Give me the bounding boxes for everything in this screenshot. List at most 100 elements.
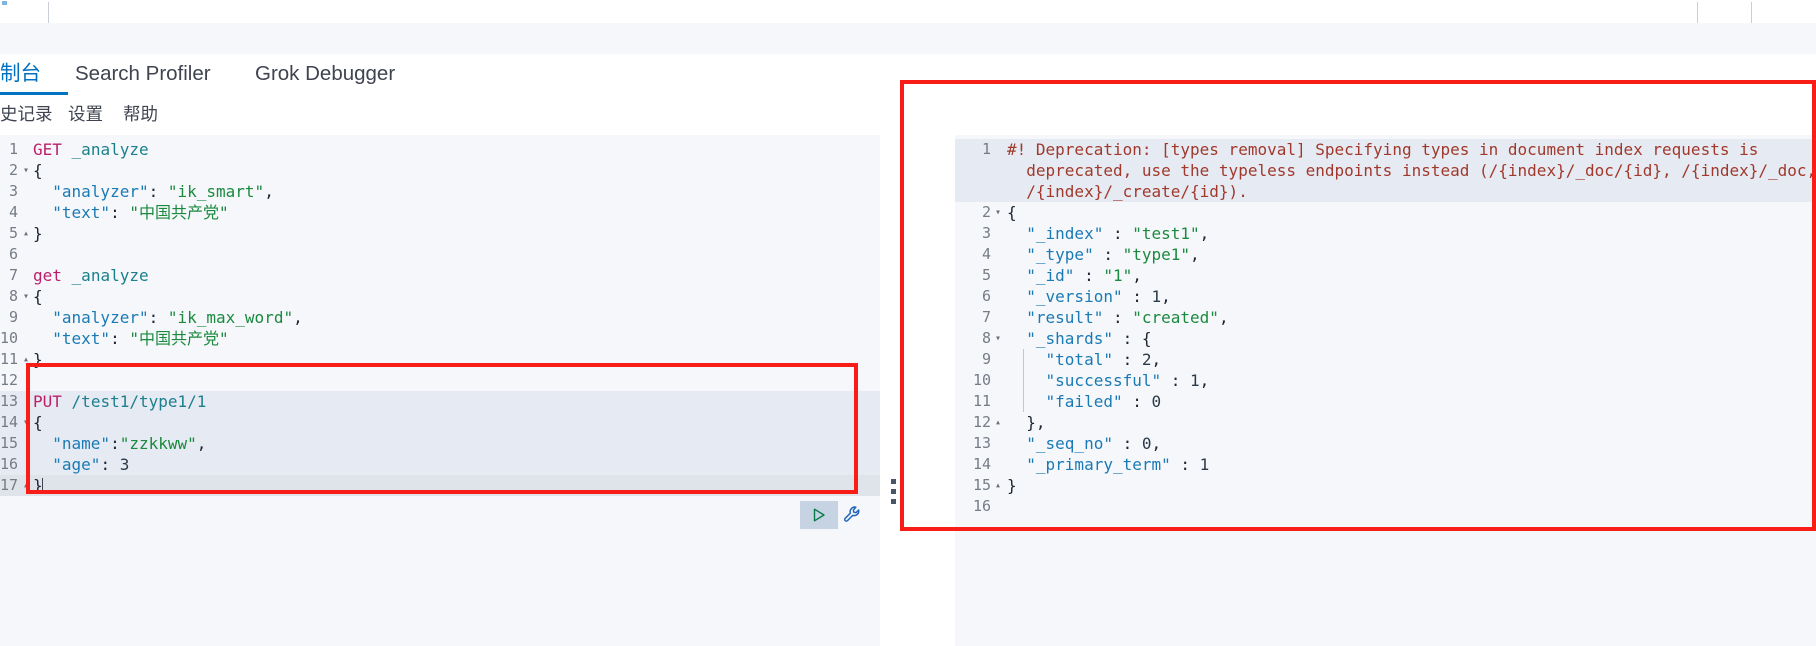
response-code-lines[interactable]: 1 #! Deprecation: [types removal] Specify…	[955, 135, 1816, 517]
code-line[interactable]: 11 "failed" : 0	[955, 391, 1816, 412]
code-token: "text"	[33, 203, 111, 222]
code-line[interactable]: 8 ▾{	[0, 286, 880, 307]
code-token: ,	[1151, 434, 1162, 453]
fold-toggle-icon[interactable]: ▾	[992, 328, 1004, 349]
line-number: 12	[0, 371, 18, 389]
subnav-history[interactable]: 史记录	[0, 95, 53, 135]
code-line[interactable]: 15 "name":"zzkkww",	[0, 433, 880, 454]
line-number: 15	[0, 434, 18, 452]
code-token: "_seq_no"	[1007, 434, 1113, 453]
code-line[interactable]: 10 "text": "中国共产党"	[0, 328, 880, 349]
code-token: ,	[1151, 350, 1162, 369]
code-token: {	[33, 413, 43, 432]
subnav-help[interactable]: 帮助	[123, 95, 158, 135]
console-request-editor[interactable]: 1 GET _analyze 2 ▾{3 "analyzer": "ik_smart"…	[0, 135, 880, 646]
code-line[interactable]: 6	[0, 244, 880, 265]
fold-toggle-icon[interactable]: ▾	[20, 412, 32, 433]
code-token: :	[1122, 392, 1152, 411]
code-line[interactable]: 1 GET _analyze	[0, 139, 880, 160]
code-token: 2	[1141, 350, 1152, 369]
code-line[interactable]: 8 ▾ "_shards" : {	[955, 328, 1816, 349]
code-token: 3	[119, 455, 130, 474]
fold-toggle-icon[interactable]: ▴	[20, 349, 32, 370]
code-token: "_type"	[1007, 245, 1094, 264]
code-text: {	[33, 412, 43, 433]
code-token: :	[110, 203, 130, 222]
fold-toggle-icon[interactable]: ▾	[20, 160, 32, 181]
code-text: "_type" : "type1",	[1007, 244, 1199, 265]
code-line[interactable]: 5 ▴}	[0, 223, 880, 244]
request-code-lines[interactable]: 1 GET _analyze 2 ▾{3 "analyzer": "ik_smart"…	[0, 135, 880, 496]
code-line[interactable]: 13 PUT /test1/type1/1	[0, 391, 880, 412]
code-line[interactable]: 16 "age": 3	[0, 454, 880, 475]
code-text: deprecated, use the typeless endpoints i…	[1007, 160, 1816, 181]
code-line[interactable]: 13 "_seq_no" : 0,	[955, 433, 1816, 454]
code-text: "_primary_term" : 1	[1007, 454, 1209, 475]
code-line[interactable]: 4 "_type" : "type1",	[955, 244, 1816, 265]
code-line[interactable]: 3 "analyzer": "ik_smart",	[0, 181, 880, 202]
code-line[interactable]: 9 "total" : 2,	[955, 349, 1816, 370]
tab-search-profiler[interactable]: Search Profiler	[75, 54, 240, 95]
code-line[interactable]: 14 "_primary_term" : 1	[955, 454, 1816, 475]
code-token: "_version"	[1007, 287, 1123, 306]
code-token: get	[33, 266, 62, 285]
code-text: "analyzer": "ik_max_word",	[33, 307, 302, 328]
code-line[interactable]: 12	[0, 370, 880, 391]
fold-toggle-icon[interactable]: ▴	[20, 475, 32, 496]
code-line[interactable]: 3 "_index" : "test1",	[955, 223, 1816, 244]
code-line[interactable]: 2 ▾{	[955, 202, 1816, 223]
code-line[interactable]: 2 ▾{	[0, 160, 880, 181]
drag-dot	[891, 489, 896, 494]
drag-handle-dots[interactable]	[891, 479, 896, 509]
code-token: "name"	[33, 434, 111, 453]
tab-console[interactable]: 制台	[0, 54, 68, 95]
code-text: }	[33, 349, 43, 370]
code-line[interactable]: 15 ▴}	[955, 475, 1816, 496]
subnav-settings[interactable]: 设置	[68, 95, 103, 135]
code-line[interactable]: 16	[955, 496, 1816, 517]
code-line[interactable]: 11 ▴}	[0, 349, 880, 370]
code-line[interactable]: 9 "analyzer": "ik_max_word",	[0, 307, 880, 328]
code-token: _analyze	[71, 140, 149, 159]
code-line[interactable]: 5 "_id" : "1",	[955, 265, 1816, 286]
fold-toggle-icon[interactable]: ▾	[20, 286, 32, 307]
line-number: 11	[0, 350, 18, 368]
code-line[interactable]: 4 "text": "中国共产党"	[0, 202, 880, 223]
line-number: 7	[981, 308, 991, 326]
code-text: GET _analyze	[33, 139, 149, 160]
fold-toggle-icon[interactable]: ▴	[992, 412, 1004, 433]
line-number: 3	[8, 182, 18, 200]
fold-toggle-icon[interactable]: ▴	[20, 223, 32, 244]
fold-toggle-icon[interactable]: ▾	[992, 202, 1004, 223]
code-line[interactable]: 14 ▾{	[0, 412, 880, 433]
line-number: 1	[981, 140, 991, 158]
console-response-editor[interactable]: 1 #! Deprecation: [types removal] Specify…	[955, 135, 1816, 646]
code-line[interactable]: deprecated, use the typeless endpoints i…	[955, 160, 1816, 181]
fold-toggle-icon[interactable]: ▴	[992, 475, 1004, 496]
send-request-play-button[interactable]	[800, 501, 838, 529]
tab-grok-debugger[interactable]: Grok Debugger	[255, 54, 415, 95]
code-text: "total" : 2,	[1007, 349, 1162, 370]
code-token: :	[1122, 287, 1152, 306]
tab-divider-1	[48, 2, 49, 23]
code-token: }	[33, 224, 43, 243]
code-line[interactable]: 1 #! Deprecation: [types removal] Specify…	[955, 139, 1816, 160]
code-token: :	[1170, 455, 1200, 474]
code-text: "result" : "created",	[1007, 307, 1228, 328]
pane-splitter[interactable]	[880, 135, 908, 646]
code-token: "zzkkww"	[119, 434, 197, 453]
code-token: 1	[1190, 371, 1200, 390]
code-line[interactable]: 10 "successful" : 1,	[955, 370, 1816, 391]
code-line[interactable]: 6 "_version" : 1,	[955, 286, 1816, 307]
code-line[interactable]: 7 get _analyze	[0, 265, 880, 286]
code-text: "_seq_no" : 0,	[1007, 433, 1161, 454]
code-text: /{index}/_create/{id}).	[1007, 181, 1248, 202]
code-line[interactable]: /{index}/_create/{id}).	[955, 181, 1816, 202]
wrench-icon[interactable]	[842, 504, 864, 526]
code-line[interactable]: 17 ▴}	[0, 475, 880, 496]
line-number: 2	[8, 161, 18, 179]
code-token: :	[1112, 350, 1142, 369]
code-line[interactable]: 7 "result" : "created",	[955, 307, 1816, 328]
code-line[interactable]: 12 ▴ },	[955, 412, 1816, 433]
